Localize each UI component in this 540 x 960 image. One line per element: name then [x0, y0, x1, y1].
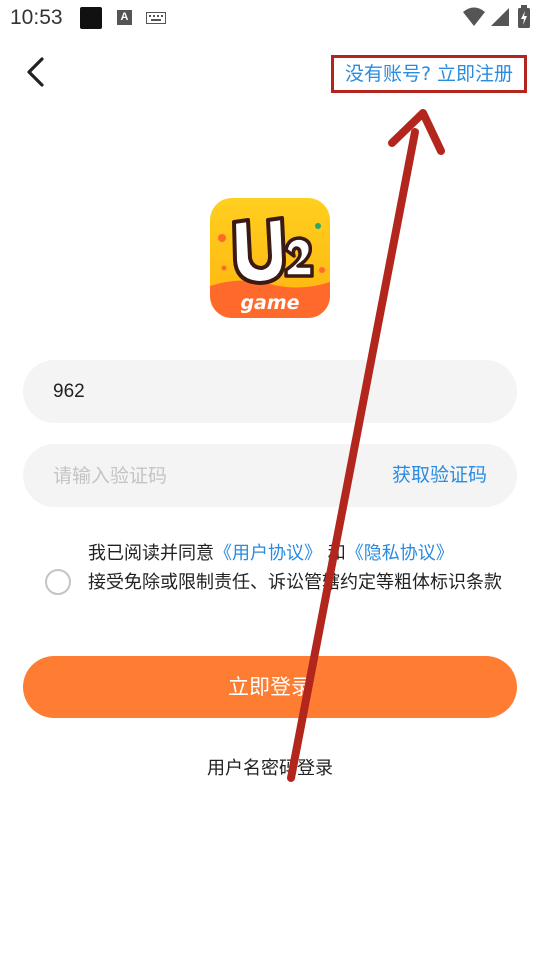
signal-icon: [491, 8, 509, 26]
a-icon: A: [117, 10, 132, 25]
keyboard-icon: [146, 12, 166, 24]
code-field-container: 获取验证码: [23, 444, 517, 507]
status-time: 10:53: [10, 6, 63, 29]
agreement-prefix: 我已阅读并同意: [88, 543, 214, 564]
register-link[interactable]: 没有账号? 立即注册: [331, 55, 527, 93]
agree-radio[interactable]: [45, 569, 71, 595]
chevron-left-icon: [27, 57, 44, 87]
app-logo: game: [210, 198, 330, 318]
black-square-icon: [80, 7, 102, 29]
verification-code-input[interactable]: [53, 444, 353, 507]
privacy-agreement-link[interactable]: 《隐私协议》: [346, 543, 454, 564]
phone-field-container: [23, 360, 517, 423]
agreement-and: 和: [327, 543, 346, 564]
login-button[interactable]: 立即登录: [23, 656, 517, 718]
back-button[interactable]: [18, 52, 58, 92]
phone-input[interactable]: [53, 360, 473, 423]
get-code-button[interactable]: 获取验证码: [392, 444, 487, 507]
agreement-suffix: 接受免除或限制责任、诉讼管辖约定等粗体标识条款: [88, 572, 502, 593]
agreement-text: 我已阅读并同意《用户协议》 和《隐私协议》接受免除或限制责任、诉讼管辖约定等粗体…: [88, 539, 508, 597]
status-bar: 10:53 A: [0, 0, 540, 36]
wifi-icon: [463, 7, 485, 26]
battery-icon: [518, 5, 530, 28]
logo-sub-text: game: [240, 292, 299, 314]
user-agreement-link[interactable]: 《用户协议》: [214, 543, 322, 564]
password-login-link[interactable]: 用户名密码登录: [0, 754, 540, 780]
